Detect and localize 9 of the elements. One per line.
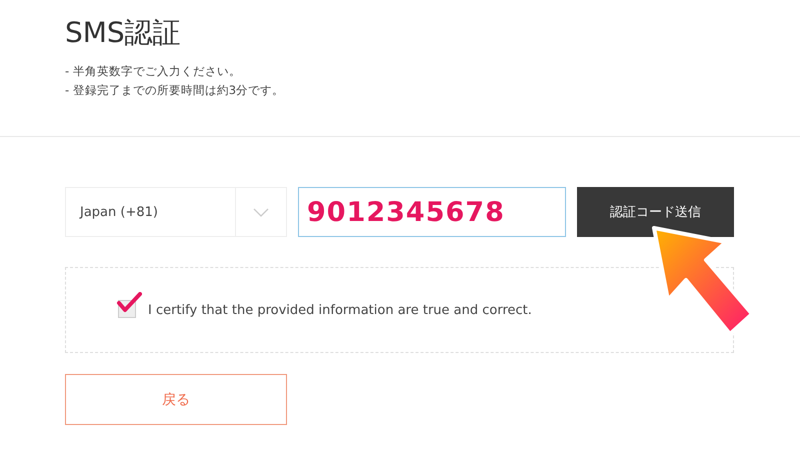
page-title: SMS認証 <box>65 15 182 51</box>
phone-field[interactable]: 9012345678 <box>298 187 566 237</box>
send-code-button[interactable]: 認証コード送信 <box>577 187 734 237</box>
note-text: - 半角英数字でご入力ください。 <box>65 63 242 80</box>
checkbox[interactable] <box>116 292 142 320</box>
country-select[interactable]: Japan (+81) <box>65 187 287 237</box>
certify-label: I certify that the provided information are true and correct. <box>148 302 532 318</box>
note-text: - 登録完了までの所要時間は約3分です。 <box>65 82 286 99</box>
chevron-down-icon <box>253 208 269 216</box>
